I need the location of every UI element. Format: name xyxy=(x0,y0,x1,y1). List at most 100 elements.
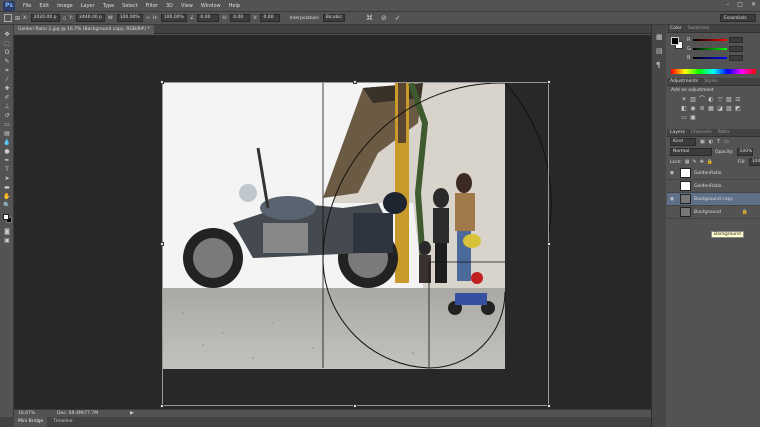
lock-pixels-icon[interactable]: ▦ xyxy=(685,159,690,165)
menu-filter[interactable]: Filter xyxy=(142,3,162,9)
transform-handle-br[interactable] xyxy=(547,404,551,408)
menu-layer[interactable]: Layer xyxy=(77,3,99,9)
menu-3d[interactable]: 3D xyxy=(162,3,177,9)
marquee-tool-icon[interactable]: ⬚ xyxy=(3,40,11,47)
channel-mixer-icon[interactable]: ⊛ xyxy=(699,106,705,112)
transform-tool-icon[interactable] xyxy=(4,14,12,22)
cancel-transform-icon[interactable]: ⊘ xyxy=(381,14,387,22)
quick-select-tool-icon[interactable]: ✎ xyxy=(3,58,11,65)
transform-handle-b[interactable] xyxy=(353,404,357,408)
move-tool-icon[interactable]: ✥ xyxy=(3,31,11,38)
hand-tool-icon[interactable]: ✋ xyxy=(3,193,11,200)
document-tab[interactable]: Golden Ratio 2.jpg @ 16.7% (Background c… xyxy=(14,25,154,34)
transform-handle-l[interactable] xyxy=(160,242,164,246)
screen-mode-icon[interactable]: ▣ xyxy=(3,237,11,244)
eraser-tool-icon[interactable]: ▭ xyxy=(3,121,11,128)
visibility-eye-icon[interactable]: ◉ xyxy=(667,170,677,176)
opacity-field[interactable]: 100% xyxy=(736,148,753,156)
posterize-icon[interactable]: ▨ xyxy=(726,106,732,112)
reference-point-icon[interactable]: ⊞ xyxy=(15,15,20,22)
vibrance-icon[interactable]: ▽ xyxy=(717,97,723,103)
layer-row[interactable]: GoldenRatio xyxy=(667,180,760,193)
menu-view[interactable]: View xyxy=(177,3,197,9)
tab-channels[interactable]: Channels xyxy=(691,130,712,135)
lock-position-icon[interactable]: ✥ xyxy=(700,159,704,165)
workspace-select[interactable]: Essentials xyxy=(720,14,756,22)
filter-adjustment-icon[interactable]: ◐ xyxy=(709,139,713,145)
h-skew-field[interactable]: 0.00 xyxy=(230,14,251,22)
layer-row-selected[interactable]: ◉ Background copy xyxy=(667,193,760,206)
menu-help[interactable]: Help xyxy=(225,3,244,9)
layer-row[interactable]: ◉ GoldenRatio xyxy=(667,167,760,180)
brush-tool-icon[interactable]: ✐ xyxy=(3,94,11,101)
dodge-tool-icon[interactable]: ● xyxy=(3,148,11,155)
hue-saturation-icon[interactable]: ▧ xyxy=(726,97,732,103)
paragraph-panel-icon[interactable]: ¶ xyxy=(656,61,660,69)
tab-adjustments[interactable]: Adjustments xyxy=(670,79,698,84)
maximize-icon[interactable]: □ xyxy=(737,1,743,8)
tab-layers[interactable]: Layers xyxy=(670,130,685,135)
history-brush-tool-icon[interactable]: ↺ xyxy=(3,112,11,119)
link-icon[interactable]: ∞ xyxy=(146,15,150,21)
layer-name[interactable]: GoldenRatio xyxy=(694,171,722,176)
color-balance-icon[interactable]: ⚖ xyxy=(735,97,741,103)
minimize-icon[interactable]: – xyxy=(726,1,729,8)
invert-icon[interactable]: ◪ xyxy=(717,106,723,112)
warp-icon[interactable]: ⌘ xyxy=(366,14,373,22)
clone-stamp-tool-icon[interactable]: ⊥ xyxy=(3,103,11,110)
layer-kind-filter[interactable]: Kind xyxy=(670,138,696,146)
layer-name[interactable]: GoldenRatio xyxy=(694,184,722,189)
angle-field[interactable]: 0.00 xyxy=(197,14,220,22)
transform-handle-r[interactable] xyxy=(547,242,551,246)
menu-file[interactable]: File xyxy=(19,3,35,9)
tab-color[interactable]: Color xyxy=(670,26,682,31)
commit-transform-icon[interactable]: ✓ xyxy=(395,14,401,22)
filter-shape-icon[interactable]: ▭ xyxy=(724,139,729,145)
tab-paths[interactable]: Paths xyxy=(718,130,730,135)
lock-paint-icon[interactable]: ✎ xyxy=(693,159,697,165)
menu-edit[interactable]: Edit xyxy=(35,3,53,9)
y-field[interactable]: 2440.00 p xyxy=(76,14,105,22)
interpolation-select[interactable]: Bicubic xyxy=(322,14,346,22)
black-white-icon[interactable]: ◧ xyxy=(681,106,687,112)
visibility-eye-icon[interactable]: ◉ xyxy=(667,196,677,202)
pen-tool-icon[interactable]: ✒ xyxy=(3,157,11,164)
shape-tool-icon[interactable]: ▬ xyxy=(3,184,11,191)
transform-handle-tl[interactable] xyxy=(160,80,164,84)
blue-slider[interactable]: B xyxy=(667,53,743,62)
blur-tool-icon[interactable]: 💧 xyxy=(3,139,11,146)
tab-styles[interactable]: Styles xyxy=(704,79,718,84)
photo-filter-icon[interactable]: ◉ xyxy=(690,106,696,112)
history-panel-icon[interactable]: ▦ xyxy=(656,33,663,41)
panel-foreground-swatch[interactable] xyxy=(671,37,679,45)
menu-window[interactable]: Window xyxy=(197,3,225,9)
transform-handle-tr[interactable] xyxy=(547,80,551,84)
lock-all-icon[interactable]: 🔒 xyxy=(707,159,713,165)
filter-type-icon[interactable]: T xyxy=(717,139,720,145)
transform-handle-t[interactable] xyxy=(353,80,357,84)
tab-mini-bridge[interactable]: Mini Bridge xyxy=(14,417,48,427)
menu-type[interactable]: Type xyxy=(99,3,118,9)
exposure-icon[interactable]: ◐ xyxy=(708,97,714,103)
transform-handle-bl[interactable] xyxy=(160,404,164,408)
width-field[interactable]: 100.00% xyxy=(116,14,143,22)
close-icon[interactable]: ✕ xyxy=(751,1,756,8)
status-arrow-icon[interactable]: ▶ xyxy=(130,411,133,416)
foreground-color-swatch[interactable] xyxy=(3,214,9,220)
x-field[interactable]: 2020.00 p xyxy=(30,14,60,22)
transform-bounding-box[interactable] xyxy=(160,80,551,408)
quick-mask-icon[interactable]: ◙ xyxy=(3,228,11,235)
properties-panel-icon[interactable]: ▤ xyxy=(656,47,663,55)
eyedropper-tool-icon[interactable]: ⁄ xyxy=(3,76,11,83)
gradient-map-icon[interactable]: ▭ xyxy=(681,115,687,121)
relative-position-icon[interactable]: △ xyxy=(63,15,67,21)
green-slider[interactable]: G xyxy=(667,44,743,53)
menu-select[interactable]: Select xyxy=(118,3,141,9)
layer-name[interactable]: Background xyxy=(694,210,721,215)
brightness-icon[interactable]: ☀ xyxy=(681,97,687,103)
selective-color-icon[interactable]: ▣ xyxy=(690,115,696,121)
curves-icon[interactable]: ⌒ xyxy=(699,97,705,103)
levels-icon[interactable]: ▥ xyxy=(690,97,696,103)
layer-row[interactable]: Background 🔒 xyxy=(667,206,760,219)
layer-name[interactable]: Background copy xyxy=(694,197,733,202)
